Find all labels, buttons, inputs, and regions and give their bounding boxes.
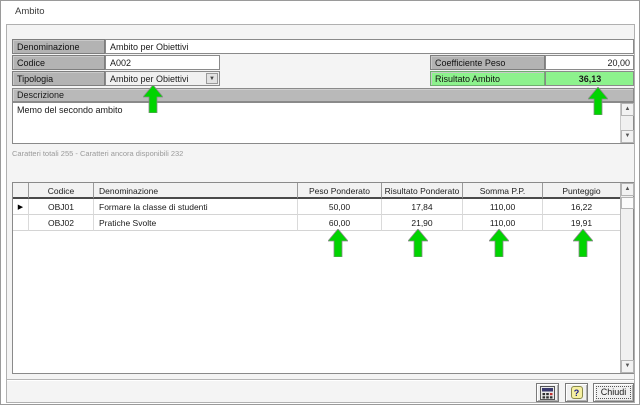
memo-text: Memo del secondo ambito [17, 105, 123, 115]
descrizione-memo-field[interactable]: Memo del secondo ambito ▲ ▼ [12, 102, 634, 144]
cell-codice: OBJ02 [29, 215, 94, 231]
coefficiente-peso-field[interactable]: 20,00 [545, 55, 634, 70]
denominazione-label: Denominazione [12, 39, 105, 54]
cell-codice: OBJ01 [29, 199, 94, 215]
calculate-button[interactable] [536, 383, 559, 402]
close-button[interactable]: Chiudi [593, 383, 634, 402]
header-peso-ponderato: Peso Ponderato [298, 183, 382, 199]
cell-denominazione: Pratiche Svolte [94, 215, 298, 231]
header-selector-cell [13, 183, 29, 199]
content-panel: Denominazione Ambito per Obiettivi Codic… [6, 24, 635, 403]
cell-denominazione: Formare la classe di studenti [94, 199, 298, 215]
denominazione-field[interactable]: Ambito per Obiettivi [105, 39, 634, 54]
scrollbar-thumb[interactable] [621, 197, 634, 209]
green-arrow-annotation [489, 229, 509, 257]
descrizione-header: Descrizione [12, 88, 634, 102]
dropdown-arrow-icon[interactable]: ▼ [206, 73, 218, 84]
table-scrollbar[interactable]: ▲ ▼ [620, 183, 633, 373]
tipologia-label: Tipologia [12, 71, 105, 86]
green-arrow-annotation [573, 229, 593, 257]
help-icon: ? [571, 386, 583, 399]
window-title: Ambito [15, 6, 45, 17]
memo-scrollbar[interactable]: ▲ ▼ [620, 103, 633, 143]
tipologia-dropdown[interactable]: Ambito per Obiettivi ▼ [105, 71, 220, 86]
cell-risultato-ponderato: 17,84 [382, 199, 463, 215]
green-arrow-annotation [328, 229, 348, 257]
row-selector-cell [13, 215, 29, 231]
risultato-ambito-value: 36,13 [545, 71, 634, 86]
cell-somma-pp: 110,00 [463, 199, 543, 215]
green-arrow-annotation [588, 87, 608, 115]
header-denominazione: Denominazione [94, 183, 298, 199]
green-arrow-annotation [408, 229, 428, 257]
header-codice: Codice [29, 183, 94, 199]
header-risultato-ponderato: Risultato Ponderato [382, 183, 463, 199]
button-bar-separator [7, 379, 634, 381]
table-header-row: Codice Denominazione Peso Ponderato Risu… [13, 183, 620, 199]
cell-peso-ponderato: 50,00 [298, 199, 382, 215]
green-arrow-annotation [143, 85, 163, 113]
coefficiente-peso-label: Coefficiente Peso [430, 55, 545, 70]
scroll-up-icon[interactable]: ▲ [621, 183, 634, 196]
scroll-down-icon[interactable]: ▼ [621, 130, 634, 143]
ambito-window: Ambito Denominazione Ambito per Obiettiv… [0, 0, 640, 405]
character-count-status: Caratteri totali 255 - Caratteri ancora … [12, 149, 183, 158]
codice-field[interactable]: A002 [105, 55, 220, 70]
help-button[interactable]: ? [565, 383, 588, 402]
table-row[interactable]: OBJ02 Pratiche Svolte 60,00 21,90 110,00… [13, 215, 620, 231]
tipologia-selected-value: Ambito per Obiettivi [110, 74, 189, 84]
table-row[interactable]: ▶ OBJ01 Formare la classe di studenti 50… [13, 199, 620, 215]
obiettivi-table: Codice Denominazione Peso Ponderato Risu… [12, 182, 634, 374]
scroll-up-icon[interactable]: ▲ [621, 103, 634, 116]
risultato-ambito-label: Risultato Ambito [430, 71, 545, 86]
header-somma-pp: Somma P.P. [463, 183, 543, 199]
row-marker-icon: ▶ [13, 199, 29, 215]
scroll-down-icon[interactable]: ▼ [621, 360, 634, 373]
header-punteggio: Punteggio [543, 183, 620, 199]
cell-punteggio: 16,22 [543, 199, 620, 215]
calculator-icon [540, 386, 555, 400]
codice-label: Codice [12, 55, 105, 70]
focus-rectangle [596, 386, 631, 399]
